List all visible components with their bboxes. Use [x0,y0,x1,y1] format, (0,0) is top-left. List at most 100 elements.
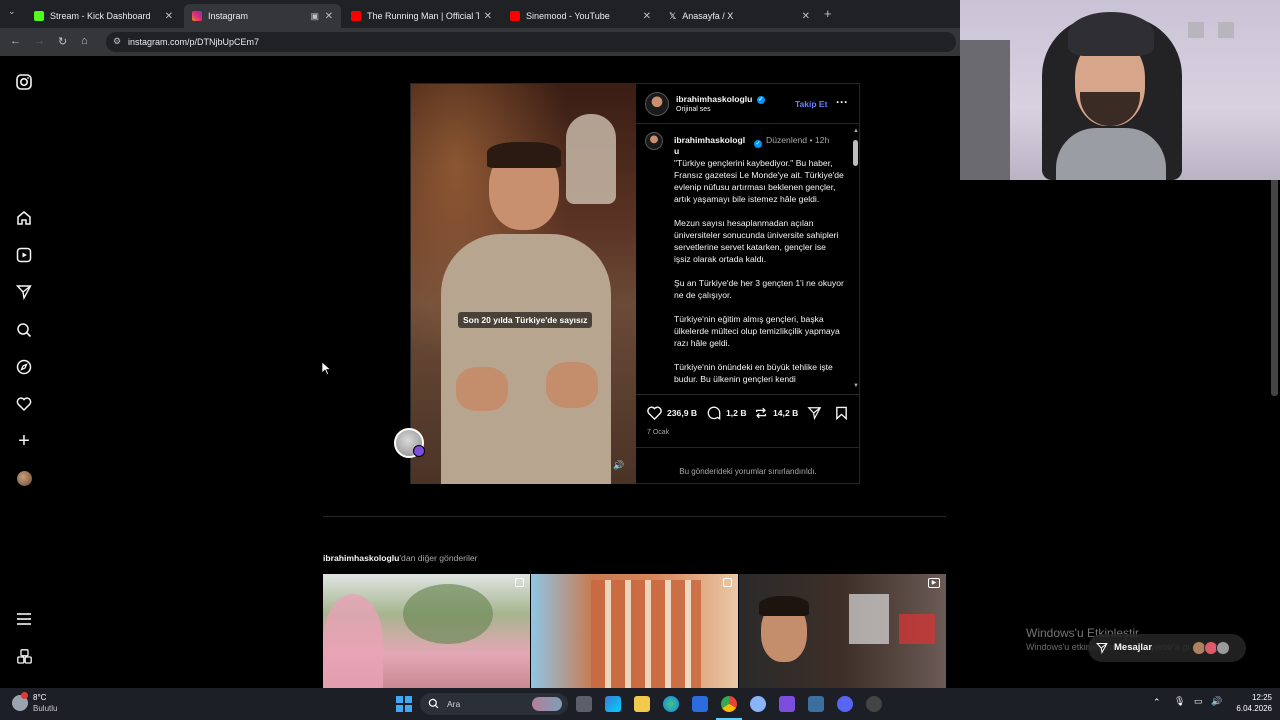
tab-list-icon[interactable]: ⌄ [8,6,16,17]
weather-condition[interactable]: Bulutlu [33,704,57,713]
message-avatar [1216,641,1230,655]
threads-apps-icon[interactable] [14,646,34,666]
discord-icon[interactable] [837,696,853,712]
more-menu-icon[interactable] [14,609,34,629]
youtube-icon [351,11,361,21]
profile-avatar[interactable] [14,468,34,488]
caption-username[interactable]: ibrahimhaskologl u [674,135,749,157]
home-nav-icon[interactable] [14,208,34,228]
app-icon[interactable] [779,696,795,712]
statue-decoration [566,114,616,204]
edge-icon[interactable] [663,696,679,712]
new-tab-button[interactable]: + [824,6,832,21]
close-tab-icon[interactable]: ✕ [325,11,333,22]
scrollbar-thumb[interactable] [853,140,858,166]
caption-paragraph: Şu an Türkiye'de her 3 gençten 1'i ne ok… [674,278,844,300]
edited-label: Düzenlend [766,135,808,145]
reels-nav-icon[interactable] [14,245,34,265]
author-username[interactable]: ibrahimhaskologlu ✓ [676,94,765,104]
scroll-down-icon[interactable]: ▼ [853,383,859,389]
network-icon[interactable]: ▭ [1194,696,1203,707]
notifications-nav-icon[interactable] [14,394,34,414]
mouse-cursor-icon [322,362,331,375]
messages-pill[interactable]: Mesajlar [1088,634,1246,662]
audio-label[interactable]: Orijinal ses [676,106,711,113]
volume-icon[interactable]: 🔊 [613,460,624,471]
microphone-icon[interactable]: 🎙 [1174,696,1185,707]
comment-button[interactable]: 1,2 B [707,406,747,420]
poster [849,594,889,644]
volume-tray-icon[interactable]: 🔊 [1211,696,1222,707]
post-date[interactable]: 7 Ocak [647,429,669,436]
grid-post-1[interactable] [323,574,530,688]
clock-date[interactable]: 6.04.2026 [1226,704,1272,713]
tab-running-man[interactable]: The Running Man | Official Trai ✕ [343,4,500,28]
post-actions-area: 236,9 B 1,2 B 14,2 B 7 Ocak Bu gönderide… [636,394,860,484]
steam-icon[interactable] [808,696,824,712]
reel-video[interactable]: Son 20 yılda Türkiye'de sayısız 🔊 [411,84,636,484]
author-avatar[interactable] [645,92,669,116]
clock-time[interactable]: 12:25 [1226,693,1272,702]
create-nav-icon[interactable]: + [14,430,34,452]
copilot-icon[interactable] [605,696,621,712]
caption-scrollbar[interactable]: ▲ ▼ [852,128,859,393]
notification-dot [21,692,28,699]
direct-messages-nav-icon[interactable] [14,282,34,302]
video-subtitle: Son 20 yılda Türkiye'de sayısız [458,312,593,328]
tab-title: Stream - Kick Dashboard [50,11,151,21]
save-icon[interactable] [835,406,848,425]
youtube-icon [510,11,520,21]
close-tab-icon[interactable]: ✕ [802,11,810,22]
author-username-text: ibrahimhaskologlu [676,94,753,104]
repost-button[interactable]: 14,2 B [754,406,798,420]
share-icon[interactable] [807,406,822,425]
tab-x[interactable]: 𝕏 Anasayfa / X ✕ [661,4,818,28]
page-scrollbar-thumb[interactable] [1271,176,1278,396]
explore-nav-icon[interactable] [14,357,34,377]
home-icon[interactable]: ⌂ [81,35,88,47]
comments-limited-area: Bu gönderideki yorumlar sınırlandırıldı. [636,447,860,485]
more-options-icon[interactable]: ··· [836,95,848,109]
settings-gear-icon[interactable] [750,696,766,712]
obs-icon[interactable] [866,696,882,712]
floating-avatar[interactable] [394,428,425,458]
close-tab-icon[interactable]: ✕ [484,11,492,22]
tab-kick[interactable]: Stream - Kick Dashboard ✕ [26,4,181,28]
instagram-logo-icon[interactable] [14,72,34,92]
scroll-up-icon[interactable]: ▲ [853,128,859,134]
tab-sinemood[interactable]: Sinemood - YouTube ✕ [502,4,659,28]
chrome-icon[interactable] [721,696,737,712]
building-facade [591,580,701,688]
caption-avatar[interactable] [645,132,663,150]
close-tab-icon[interactable]: ✕ [643,11,651,22]
post-header: ibrahimhaskologlu ✓ Orijinal ses Takip E… [636,84,860,124]
search-nav-icon[interactable] [14,320,34,340]
site-info-icon[interactable]: ⚙ [113,36,121,47]
search-icon [428,698,439,709]
grid-post-2[interactable] [531,574,738,688]
follow-button[interactable]: Takip Et [795,99,827,109]
reload-icon[interactable]: ↻ [58,35,67,48]
show-hidden-icons[interactable]: ⌃ [1153,697,1161,708]
verified-badge-icon: ✓ [756,95,765,104]
more-posts-username[interactable]: ibrahimhaskologlu [323,553,399,563]
grid-post-3[interactable]: ▶ [739,574,946,688]
file-explorer-icon[interactable] [634,696,650,712]
back-icon[interactable]: ← [10,35,21,47]
task-view-icon[interactable] [576,696,592,712]
like-button[interactable]: 236,9 B [647,406,697,420]
store-icon[interactable] [692,696,708,712]
caption-paragraph: Mezun sayısı hesaplanmadan açılan üniver… [674,218,839,264]
url-field[interactable]: ⚙ instagram.com/p/DTNjbUpCEm7 [106,32,956,52]
taskbar-search-box[interactable]: Ara [420,693,568,715]
forward-icon[interactable]: → [34,35,45,47]
weather-temp[interactable]: 8°C [33,693,46,702]
wall-frame [1188,22,1204,38]
background-object [899,614,935,644]
close-tab-icon[interactable]: ✕ [165,11,173,22]
windows-start-icon[interactable] [396,696,412,712]
tab-instagram[interactable]: Instagram ▣ ✕ [184,4,341,28]
weather-icon[interactable] [12,692,28,711]
comments-limited-text: Bu gönderideki yorumlar sınırlandırıldı. [679,467,817,476]
verified-badge-icon: ✓ [754,140,762,148]
